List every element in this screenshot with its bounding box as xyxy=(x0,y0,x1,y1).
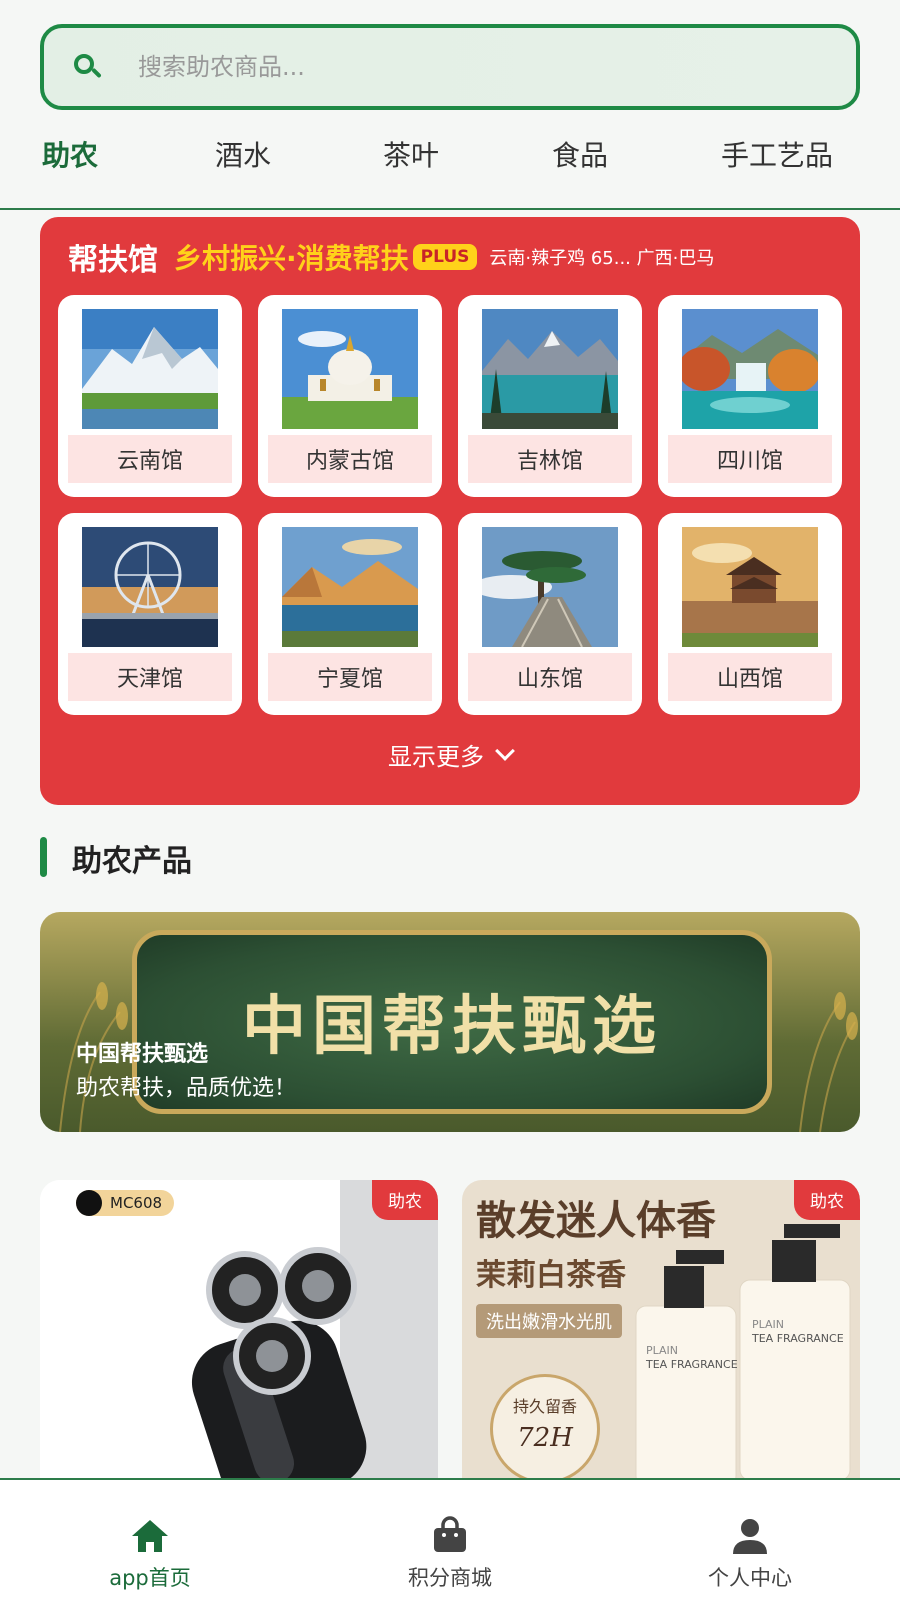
pavilion-card-shanxi[interactable]: 山西馆 xyxy=(658,513,842,715)
brand-logo-icon xyxy=(76,1190,102,1216)
pavilion-card-ningxia[interactable]: 宁夏馆 xyxy=(258,513,442,715)
nav-points-mall-label: 积分商城 xyxy=(408,1566,492,1590)
chevron-down-icon xyxy=(495,740,515,761)
tab-handicrafts[interactable]: 手工艺品 xyxy=(721,134,833,174)
search-box[interactable] xyxy=(40,24,860,110)
tab-tea[interactable]: 茶叶 xyxy=(383,134,439,174)
pavilion-label: 四川馆 xyxy=(668,435,832,483)
banner-art-text: 中国帮扶甄选 xyxy=(242,989,662,1064)
zhunong-tag: 助农 xyxy=(372,1180,438,1220)
show-more-button[interactable]: 显示更多 xyxy=(40,737,860,772)
search-bar xyxy=(40,24,860,110)
mountain-lake-image xyxy=(482,309,618,429)
nav-profile-label: 个人中心 xyxy=(708,1566,792,1590)
news-ticker[interactable]: 云南·辣子鸡 65... 广西·巴马 xyxy=(489,244,714,270)
ferris-wheel-image xyxy=(82,527,218,647)
pavilion-card-jilin[interactable]: 吉林馆 xyxy=(458,295,642,497)
product-subline: 茉莉白茶香 xyxy=(476,1258,626,1293)
fragrance-seal: 持久留香 72H xyxy=(490,1374,600,1480)
product-card-shaver[interactable]: MC608 助农 xyxy=(40,1180,438,1480)
pavilion-label: 吉林馆 xyxy=(468,435,632,483)
pavilion-label: 山西馆 xyxy=(668,653,832,701)
pine-cliff-image xyxy=(482,527,618,647)
pavilion-grid: 云南馆 内蒙古馆 吉林馆 四川馆 天津馆 宁夏馆 山东馆 山西馆 xyxy=(58,295,842,715)
pavilion-card-shandong[interactable]: 山东馆 xyxy=(458,513,642,715)
pavilion-title: 帮扶馆 xyxy=(68,243,158,278)
tab-zhunong[interactable]: 助农 xyxy=(42,134,98,174)
search-icon[interactable] xyxy=(70,50,104,84)
nav-home-label: app首页 xyxy=(109,1566,191,1590)
bottom-navigation: app首页 积分商城 个人中心 xyxy=(0,1478,900,1600)
product-ribbon: 洗出嫩滑水光肌 xyxy=(476,1304,622,1338)
bottle-label-left: TEA FRAGRANCE xyxy=(646,1358,738,1371)
pavilion-card-tianjin[interactable]: 天津馆 xyxy=(58,513,242,715)
pavilion-label: 内蒙古馆 xyxy=(268,435,432,483)
ancient-city-wall-image xyxy=(682,527,818,647)
nav-points-mall[interactable]: 积分商城 xyxy=(300,1480,600,1600)
tab-drinks[interactable]: 酒水 xyxy=(215,134,271,174)
nav-home[interactable]: app首页 xyxy=(0,1480,300,1600)
category-tabs: 助农 酒水 茶叶 食品 手工艺品 xyxy=(0,128,900,208)
electric-shaver-image xyxy=(40,1180,438,1480)
pavilion-header: 帮扶馆 乡村振兴·消费帮扶 PLUS 云南·辣子鸡 65... 广西·巴马 xyxy=(68,235,714,279)
pavilion-card-inner-mongolia[interactable]: 内蒙古馆 xyxy=(258,295,442,497)
banner-subtitle: 助农帮扶，品质优选！ xyxy=(76,1076,297,1101)
tab-food[interactable]: 食品 xyxy=(552,134,608,174)
temple-grassland-image xyxy=(282,309,418,429)
bottle-label-right: TEA FRAGRANCE xyxy=(752,1332,844,1345)
section-title: 助农产品 xyxy=(72,844,192,879)
plus-badge: PLUS xyxy=(412,244,478,270)
pavilion-label: 天津馆 xyxy=(68,653,232,701)
desert-dunes-image xyxy=(282,527,418,647)
zhunong-tag: 助农 xyxy=(794,1180,860,1220)
tabs-divider xyxy=(0,208,900,210)
pavilion-slogan: 乡村振兴·消费帮扶 xyxy=(174,242,409,275)
user-icon xyxy=(733,1519,767,1554)
pavilion-label: 宁夏馆 xyxy=(268,653,432,701)
pavilion-card-yunnan[interactable]: 云南馆 xyxy=(58,295,242,497)
pavilion-label: 山东馆 xyxy=(468,653,632,701)
promo-banner[interactable]: 中国帮扶甄选 中国帮扶甄选 助农帮扶，品质优选！ xyxy=(40,912,860,1132)
seal-top-text: 持久留香 xyxy=(512,1397,577,1416)
pavilion-panel: 帮扶馆 乡村振兴·消费帮扶 PLUS 云南·辣子鸡 65... 广西·巴马 云南… xyxy=(40,217,860,805)
pavilion-label: 云南馆 xyxy=(68,435,232,483)
shopping-bag-icon xyxy=(434,1516,466,1552)
seal-bottom-text: 72H xyxy=(517,1423,573,1453)
bottle-brand-left: PLAIN xyxy=(646,1344,679,1357)
product-card-body-wash[interactable]: 散发迷人体香 茉莉白茶香 洗出嫩滑水光肌 持久留香 72H PLAIN TEA … xyxy=(462,1180,860,1480)
home-icon xyxy=(132,1520,168,1552)
banner-title: 中国帮扶甄选 xyxy=(76,1042,209,1067)
pavilion-card-sichuan[interactable]: 四川馆 xyxy=(658,295,842,497)
nav-profile[interactable]: 个人中心 xyxy=(600,1480,900,1600)
show-more-label: 显示更多 xyxy=(388,743,484,771)
section-accent-bar xyxy=(40,837,47,877)
model-number: MC608 xyxy=(110,1194,163,1212)
model-chip: MC608 xyxy=(76,1190,175,1216)
snow-mountain-image xyxy=(82,309,218,429)
search-input[interactable] xyxy=(138,53,738,81)
bottle-brand-right: PLAIN xyxy=(752,1318,785,1331)
waterfall-lake-image xyxy=(682,309,818,429)
